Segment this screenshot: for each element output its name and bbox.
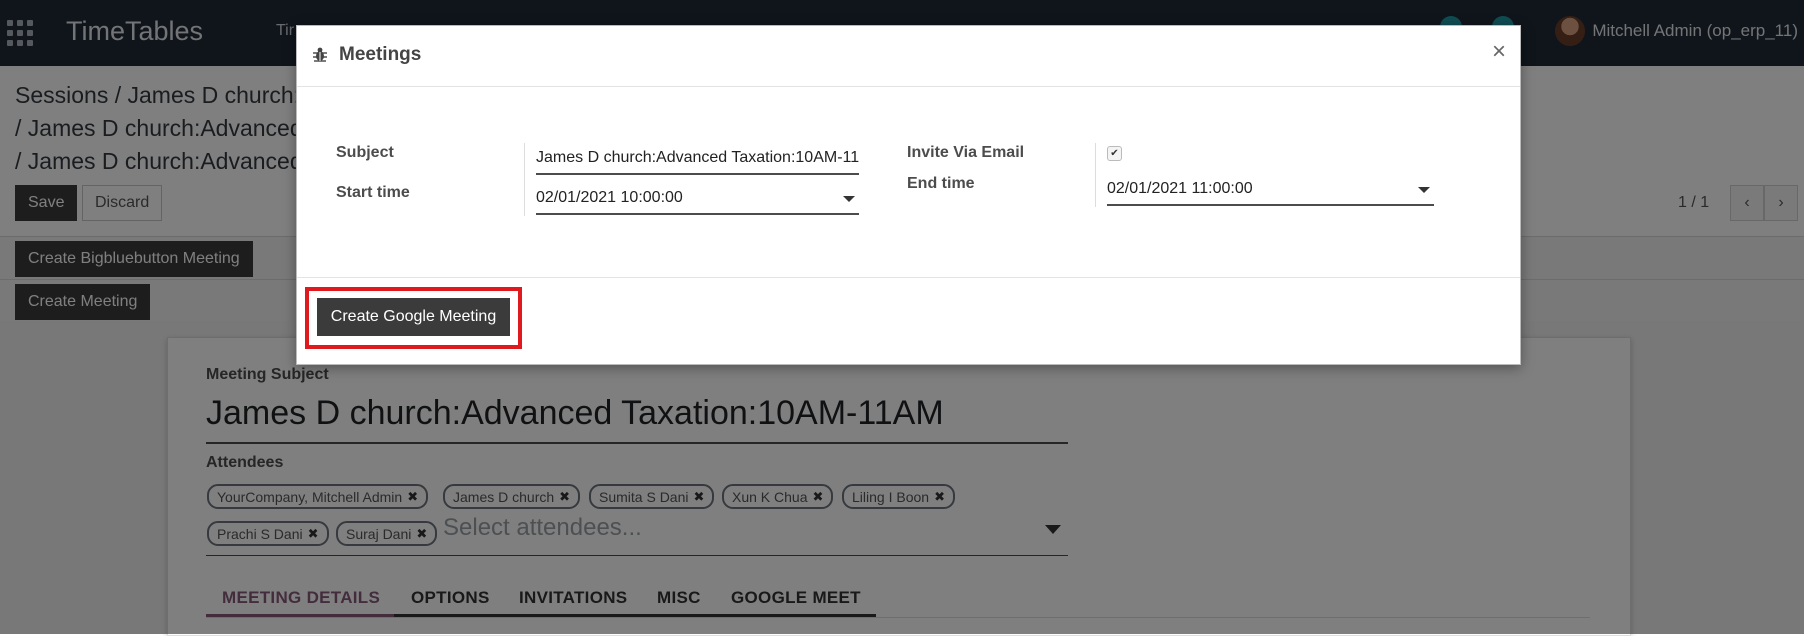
subject-input-value: James D church:Advanced Taxation:10AM-11… [536, 149, 859, 166]
invite-via-email-checkbox[interactable]: ✔ [1107, 146, 1122, 161]
field-separator [524, 143, 525, 216]
create-google-meeting-button[interactable]: Create Google Meeting [317, 298, 510, 336]
end-time-label: End time [907, 175, 975, 192]
subject-label: Subject [336, 144, 394, 161]
chevron-down-icon[interactable] [1418, 187, 1430, 193]
start-time-input[interactable]: 02/01/2021 10:00:00 [536, 183, 859, 215]
dialog-footer: Create Google Meeting [297, 277, 1520, 365]
subject-input[interactable]: James D church:Advanced Taxation:10AM-11… [536, 143, 859, 175]
start-time-value: 02/01/2021 10:00:00 [536, 189, 683, 206]
invite-via-email-label: Invite Via Email [907, 144, 1025, 161]
dialog-header: Meetings × [297, 26, 1520, 87]
dialog-title: Meetings [339, 44, 422, 65]
start-time-label: Start time [336, 184, 410, 201]
field-separator [1095, 143, 1096, 207]
meetings-dialog: Meetings × Subject James D church:Advanc… [296, 25, 1521, 365]
bug-icon [313, 47, 327, 62]
close-icon[interactable]: × [1492, 40, 1506, 64]
end-time-input[interactable]: 02/01/2021 11:00:00 [1107, 174, 1434, 206]
end-time-value: 02/01/2021 11:00:00 [1107, 180, 1253, 197]
chevron-down-icon[interactable] [843, 196, 855, 202]
